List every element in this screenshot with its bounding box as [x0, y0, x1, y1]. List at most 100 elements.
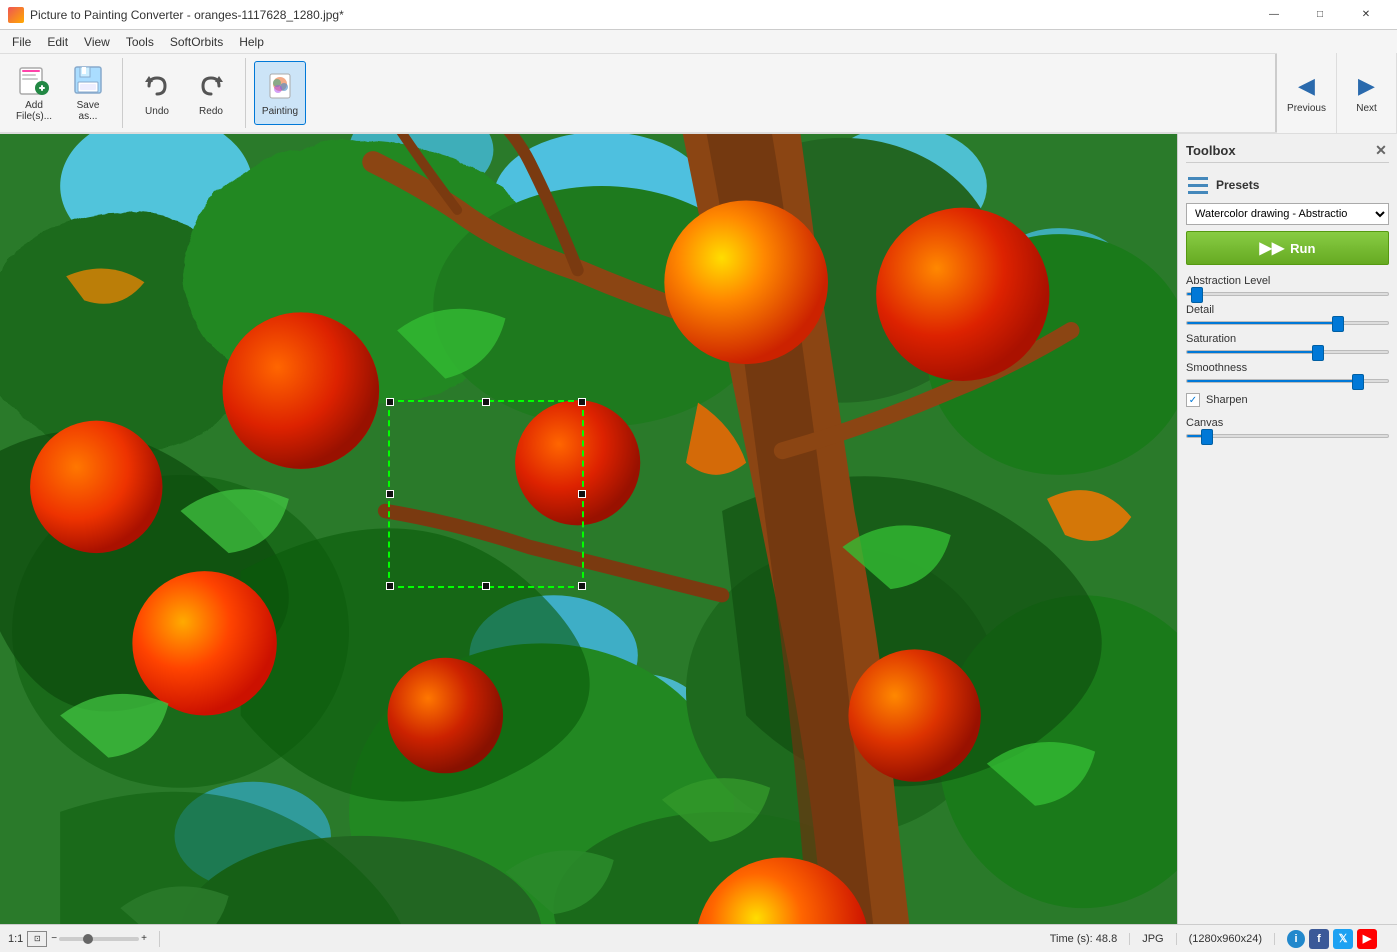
painting-button[interactable]: Painting: [254, 61, 306, 125]
saturation-label: Saturation: [1186, 333, 1389, 345]
detail-param: Detail: [1186, 304, 1389, 325]
menu-bar: File Edit View Tools SoftOrbits Help: [0, 30, 1397, 54]
smoothness-slider[interactable]: [1186, 379, 1389, 383]
menu-view[interactable]: View: [76, 31, 118, 53]
next-icon: ▶: [1358, 73, 1375, 99]
saturation-slider[interactable]: [1186, 350, 1389, 354]
add-files-icon: [18, 64, 50, 96]
menu-softorbits[interactable]: SoftOrbits: [162, 31, 231, 53]
main-content: Toolbox ✕ Presets Watercolor drawing - A…: [0, 134, 1397, 924]
facebook-button[interactable]: f: [1309, 929, 1329, 949]
saturation-param: Saturation: [1186, 333, 1389, 354]
abstraction-label: Abstraction Level: [1186, 275, 1389, 287]
sharpen-row: Sharpen: [1186, 393, 1389, 407]
canvas-slider[interactable]: [1186, 434, 1389, 438]
smoothness-label: Smoothness: [1186, 362, 1389, 374]
twitter-button[interactable]: 𝕏: [1333, 929, 1353, 949]
run-label: Run: [1290, 241, 1315, 256]
redo-button[interactable]: Redo: [185, 61, 237, 125]
detail-thumb[interactable]: [1332, 316, 1344, 332]
fit-icon[interactable]: ⊡: [27, 931, 47, 947]
save-as-icon: [72, 64, 104, 96]
zoom-section: 1:1 ⊡ − +: [8, 931, 160, 947]
painting-label: Painting: [262, 106, 298, 117]
saturation-thumb[interactable]: [1312, 345, 1324, 361]
previous-icon: ◀: [1298, 73, 1315, 99]
title-bar: Picture to Painting Converter - oranges-…: [0, 0, 1397, 30]
canvas-param: Canvas: [1186, 417, 1389, 438]
presets-icon: [1186, 173, 1210, 197]
close-button[interactable]: ✕: [1343, 0, 1389, 30]
menu-tools[interactable]: Tools: [118, 31, 162, 53]
zoom-slider[interactable]: [59, 937, 139, 941]
canvas-thumb[interactable]: [1201, 429, 1213, 445]
run-button[interactable]: ▶▶ Run: [1186, 231, 1389, 265]
smoothness-fill: [1187, 380, 1358, 382]
zoom-plus[interactable]: +: [141, 933, 147, 944]
redo-icon: [195, 70, 227, 102]
zoom-slider-container: − +: [51, 933, 147, 944]
time-section: Time (s): 48.8: [1050, 933, 1130, 945]
status-bar: 1:1 ⊡ − + Time (s): 48.8 JPG (1280x960x2…: [0, 924, 1397, 952]
window-title: Picture to Painting Converter - oranges-…: [30, 8, 1251, 22]
smoothness-param: Smoothness: [1186, 362, 1389, 383]
menu-help[interactable]: Help: [231, 31, 272, 53]
canvas-area[interactable]: [0, 134, 1177, 924]
saturation-fill: [1187, 351, 1318, 353]
params-section: Abstraction Level Detail Saturation: [1186, 275, 1389, 383]
painting-canvas: [0, 134, 1177, 924]
dimensions-section: (1280x960x24): [1189, 933, 1275, 945]
abstraction-param: Abstraction Level: [1186, 275, 1389, 296]
save-as-button[interactable]: Saveas...: [62, 61, 114, 125]
dimensions-label: (1280x960x24): [1189, 933, 1262, 945]
zoom-minus[interactable]: −: [51, 933, 57, 944]
detail-label: Detail: [1186, 304, 1389, 316]
file-tools: AddFile(s)... Saveas...: [8, 58, 123, 128]
smoothness-thumb[interactable]: [1352, 374, 1364, 390]
presets-label: Presets: [1216, 178, 1259, 192]
minimize-button[interactable]: —: [1251, 0, 1297, 30]
previous-button[interactable]: ◀ Previous: [1277, 53, 1337, 133]
app-icon: [8, 7, 24, 23]
redo-label: Redo: [199, 106, 223, 117]
next-button[interactable]: ▶ Next: [1337, 53, 1397, 133]
previous-label: Previous: [1287, 103, 1326, 114]
undo-button[interactable]: Undo: [131, 61, 183, 125]
preset-select[interactable]: Watercolor drawing - Abstractio: [1186, 203, 1389, 225]
zoom-level: 1:1: [8, 933, 23, 945]
run-icon: ▶▶: [1260, 238, 1285, 258]
presets-section: Presets Watercolor drawing - Abstractio …: [1186, 173, 1389, 265]
undo-label: Undo: [145, 106, 169, 117]
toolbox-panel: Toolbox ✕ Presets Watercolor drawing - A…: [1177, 134, 1397, 924]
toolbox-close-button[interactable]: ✕: [1373, 142, 1389, 158]
sharpen-label: Sharpen: [1206, 394, 1248, 406]
abstraction-thumb[interactable]: [1191, 287, 1203, 303]
zoom-thumb[interactable]: [83, 934, 93, 944]
maximize-button[interactable]: □: [1297, 0, 1343, 30]
toolbar: AddFile(s)... Saveas...: [0, 54, 1397, 134]
menu-edit[interactable]: Edit: [39, 31, 76, 53]
time-label: Time (s): 48.8: [1050, 933, 1117, 945]
window-controls: — □ ✕: [1251, 0, 1389, 30]
add-files-label: AddFile(s)...: [16, 100, 52, 122]
sharpen-checkbox[interactable]: [1186, 393, 1200, 407]
detail-slider[interactable]: [1186, 321, 1389, 325]
next-label: Next: [1356, 103, 1377, 114]
social-section: i f 𝕏 ▶: [1287, 929, 1389, 949]
add-files-button[interactable]: AddFile(s)...: [8, 61, 60, 125]
undo-icon: [141, 70, 173, 102]
canvas-label: Canvas: [1186, 417, 1389, 429]
abstraction-slider[interactable]: [1186, 292, 1389, 296]
youtube-button[interactable]: ▶: [1357, 929, 1377, 949]
detail-fill: [1187, 322, 1338, 324]
nav-buttons: ◀ Previous ▶ Next: [1275, 54, 1397, 132]
toolbox-title: Toolbox: [1186, 143, 1236, 158]
toolbox-header: Toolbox ✕: [1186, 142, 1389, 163]
menu-file[interactable]: File: [4, 31, 39, 53]
info-button[interactable]: i: [1287, 930, 1305, 948]
painting-icon: [264, 70, 296, 102]
format-section: JPG: [1142, 933, 1176, 945]
save-as-label: Saveas...: [77, 100, 100, 122]
format-label: JPG: [1142, 933, 1163, 945]
presets-row: Presets: [1186, 173, 1389, 197]
